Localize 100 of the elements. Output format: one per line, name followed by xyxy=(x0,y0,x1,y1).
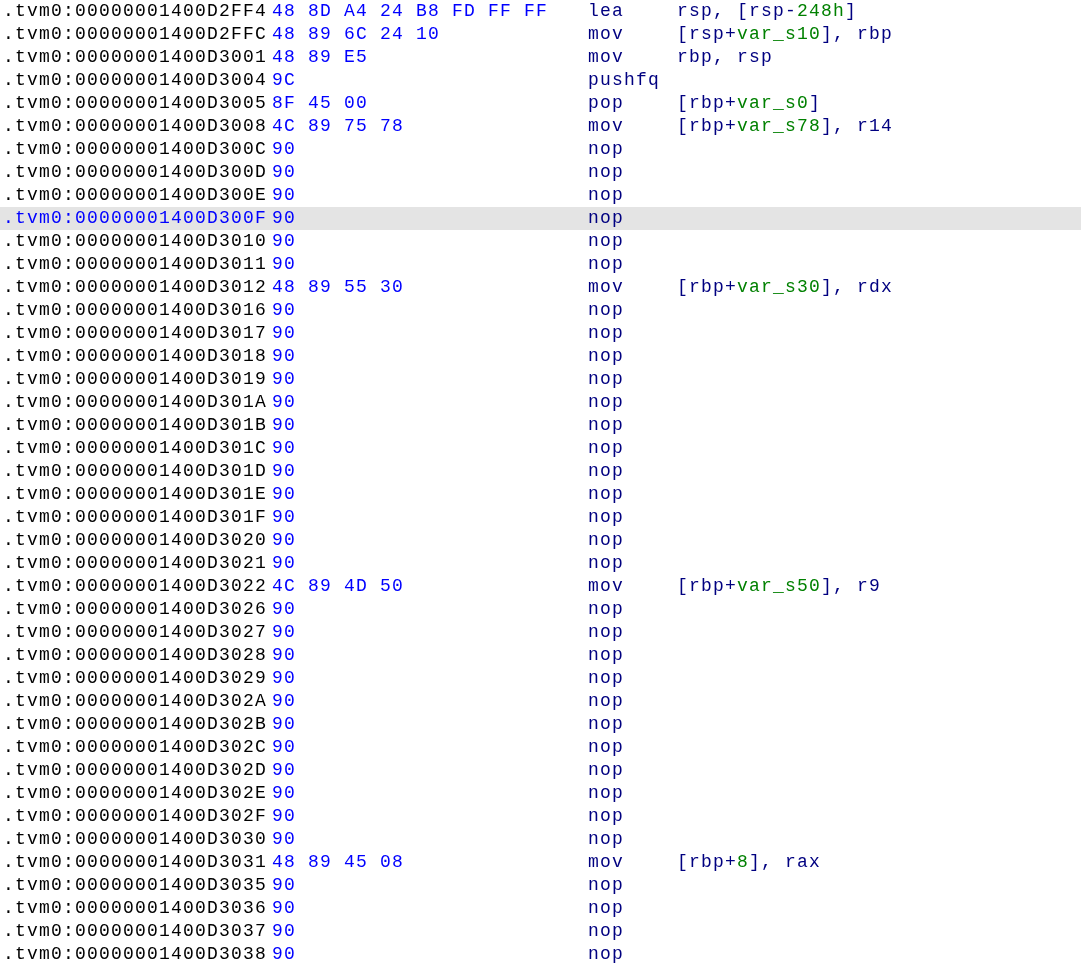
mnemonic-text: mov xyxy=(588,47,624,67)
opcode-bytes: 90 xyxy=(272,553,296,573)
opcode-bytes: 48 89 E5 xyxy=(272,47,368,67)
address-text: .tvm0:00000001400D3017 xyxy=(3,323,268,343)
opcode-bytes: 90 xyxy=(272,438,296,458)
address-text: .tvm0:00000001400D3021 xyxy=(3,553,268,573)
address-text: .tvm0:00000001400D3031 xyxy=(3,852,268,872)
address-text: .tvm0:00000001400D302B xyxy=(3,714,268,734)
address-text: .tvm0:00000001400D302D xyxy=(3,760,268,780)
mnemonic-text: nop xyxy=(588,921,624,941)
address-text: .tvm0:00000001400D3030 xyxy=(3,829,268,849)
opcode-bytes: 90 xyxy=(272,484,296,504)
address-text: .tvm0:00000001400D2FFC xyxy=(3,24,268,44)
mnemonic-text: nop xyxy=(588,737,624,757)
mnemonic-text: nop xyxy=(588,392,624,412)
opcode-bytes: 90 xyxy=(272,760,296,780)
opcode-bytes: 90 xyxy=(272,369,296,389)
address-text: .tvm0:00000001400D3008 xyxy=(3,116,268,136)
mnemonic-text: lea xyxy=(588,1,624,21)
opcode-bytes: 48 89 45 08 xyxy=(272,852,405,872)
opcode-bytes: 4C 89 4D 50 xyxy=(272,576,405,596)
opcode-bytes: 90 xyxy=(272,622,296,642)
opcode-bytes: 90 xyxy=(272,668,296,688)
address-text: .tvm0:00000001400D3019 xyxy=(3,369,268,389)
address-text: .tvm0:00000001400D302F xyxy=(3,806,268,826)
operand-text: [rbp+var_s0] xyxy=(677,92,822,115)
mnemonic-text: nop xyxy=(588,783,624,803)
mnemonic-text: nop xyxy=(588,346,624,366)
mnemonic-text: mov xyxy=(588,277,624,297)
mnemonic-text: nop xyxy=(588,461,624,481)
address-text: .tvm0:00000001400D3028 xyxy=(3,645,268,665)
opcode-bytes: 90 xyxy=(272,162,296,182)
mnemonic-text: pop xyxy=(588,93,624,113)
opcode-bytes: 9C xyxy=(272,70,296,90)
opcode-bytes: 90 xyxy=(272,599,296,619)
address-text: .tvm0:00000001400D301C xyxy=(3,438,268,458)
mnemonic-text: nop xyxy=(588,323,624,343)
operand-text: [rbp+8], rax xyxy=(677,851,822,874)
opcode-bytes: 90 xyxy=(272,254,296,274)
mnemonic-text: nop xyxy=(588,944,624,964)
address-text: .tvm0:00000001400D301B xyxy=(3,415,268,435)
mnemonic-text: nop xyxy=(588,507,624,527)
mnemonic-text: nop xyxy=(588,369,624,389)
mnemonic-text: nop xyxy=(588,898,624,918)
mnemonic-text: nop xyxy=(588,622,624,642)
address-text: .tvm0:00000001400D3036 xyxy=(3,898,268,918)
opcode-bytes: 90 xyxy=(272,737,296,757)
opcode-bytes: 90 xyxy=(272,323,296,343)
opcode-bytes: 90 xyxy=(272,415,296,435)
mnemonic-text: nop xyxy=(588,875,624,895)
operand-text: [rbp+var_s50], r9 xyxy=(677,575,882,598)
opcode-bytes: 90 xyxy=(272,783,296,803)
address-text: .tvm0:00000001400D301F xyxy=(3,507,268,527)
address-text: .tvm0:00000001400D3010 xyxy=(3,231,268,251)
address-text: .tvm0:00000001400D3029 xyxy=(3,668,268,688)
opcode-bytes: 4C 89 75 78 xyxy=(272,116,405,136)
address-text: .tvm0:00000001400D300D xyxy=(3,162,268,182)
address-text: .tvm0:00000001400D2FF4 xyxy=(3,1,268,21)
address-text: .tvm0:00000001400D301A xyxy=(3,392,268,412)
opcode-bytes: 90 xyxy=(272,714,296,734)
mnemonic-text: nop xyxy=(588,760,624,780)
opcode-bytes: 90 xyxy=(272,921,296,941)
opcode-bytes: 90 xyxy=(272,944,296,964)
mnemonic-text: nop xyxy=(588,806,624,826)
address-text: .tvm0:00000001400D3004 xyxy=(3,70,268,90)
address-text: .tvm0:00000001400D300E xyxy=(3,185,268,205)
mnemonic-text: nop xyxy=(588,254,624,274)
mnemonic-text: nop xyxy=(588,553,624,573)
opcode-bytes: 48 89 6C 24 10 xyxy=(272,24,441,44)
opcode-bytes: 90 xyxy=(272,392,296,412)
mnemonic-text: nop xyxy=(588,185,624,205)
mnemonic-text: nop xyxy=(588,208,624,228)
address-text: .tvm0:00000001400D3037 xyxy=(3,921,268,941)
opcode-bytes: 90 xyxy=(272,300,296,320)
opcode-bytes: 90 xyxy=(272,898,296,918)
operand-text: [rbp+var_s78], r14 xyxy=(677,115,894,138)
selected-line-highlight[interactable]: .tvm0:00000001400D300F 90 nop xyxy=(0,207,1081,230)
opcode-bytes: 90 xyxy=(272,208,296,228)
mnemonic-text: mov xyxy=(588,24,624,44)
opcode-bytes: 90 xyxy=(272,507,296,527)
mnemonic-text: nop xyxy=(588,645,624,665)
opcode-bytes: 90 xyxy=(272,875,296,895)
address-text: .tvm0:00000001400D3038 xyxy=(3,944,268,964)
opcode-bytes: 90 xyxy=(272,829,296,849)
opcode-bytes: 8F 45 00 xyxy=(272,93,368,113)
address-text: .tvm0:00000001400D3022 xyxy=(3,576,268,596)
address-text: .tvm0:00000001400D3026 xyxy=(3,599,268,619)
mnemonic-text: nop xyxy=(588,300,624,320)
mnemonic-text: mov xyxy=(588,116,624,136)
mnemonic-text: nop xyxy=(588,714,624,734)
address-text: .tvm0:00000001400D301E xyxy=(3,484,268,504)
opcode-bytes: 90 xyxy=(272,806,296,826)
address-text: .tvm0:00000001400D301D xyxy=(3,461,268,481)
opcode-bytes: 90 xyxy=(272,461,296,481)
address-text: .tvm0:00000001400D3005 xyxy=(3,93,268,113)
opcode-bytes: 90 xyxy=(272,139,296,159)
address-text: .tvm0:00000001400D3012 xyxy=(3,277,268,297)
opcode-bytes: 90 xyxy=(272,530,296,550)
opcode-bytes: 90 xyxy=(272,691,296,711)
address-text: .tvm0:00000001400D3035 xyxy=(3,875,268,895)
